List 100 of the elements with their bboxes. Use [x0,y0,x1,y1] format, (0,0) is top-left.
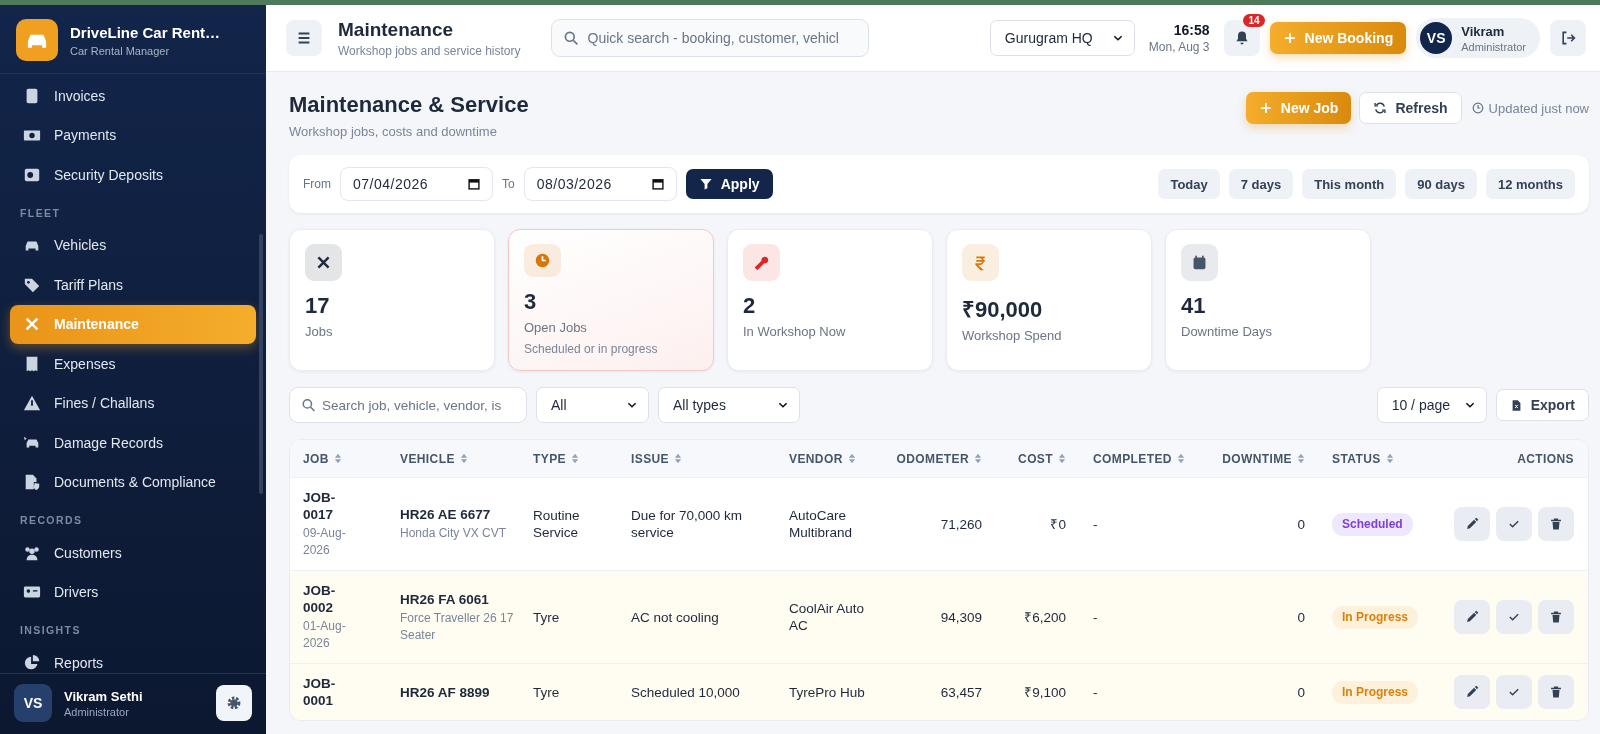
edit-button[interactable] [1454,600,1490,634]
user-role: Administrator [64,705,130,718]
vehicle-plate: HR26 AF 8899 [400,683,491,701]
column-header[interactable]: COST [996,440,1080,478]
column-header[interactable]: ISSUE [618,440,776,478]
date-range-button[interactable]: 90 days [1405,169,1477,199]
status-badge: Scheduled [1332,512,1413,536]
page-title: Maintenance [338,18,455,41]
last-updated-text: Updated just now [1471,100,1589,116]
table-cell-text: - [1093,683,1099,701]
settings-button[interactable] [216,685,252,721]
job-id: JOB-0001 [303,675,337,709]
plus-icon [1282,31,1297,45]
column-header[interactable]: JOB [290,440,387,478]
column-header[interactable]: ODOMETER [876,440,996,478]
trash-icon [1549,685,1563,699]
page-subtitle: Workshop jobs and service history [338,43,521,58]
calendar-icon [650,177,665,191]
to-date-field[interactable]: 08/03/2026 [523,167,677,201]
file-shield-icon [23,473,41,492]
table-cell-text: - [1093,608,1099,626]
refresh-button[interactable]: Refresh [1359,92,1462,124]
sidebar-item[interactable]: Vehicles [10,225,256,265]
trash-icon [1549,610,1563,624]
column-header[interactable]: VENDOR [776,440,876,478]
logout-icon [1560,30,1576,46]
sidebar-item[interactable]: Reports [10,643,256,673]
stat-value: 3 [524,289,538,315]
vehicle-plate: HR26 FA 6061 [400,590,490,608]
table-cell-text: Routine Service [533,507,581,541]
type-filter-select[interactable]: All types [658,387,800,423]
delete-button[interactable] [1538,600,1574,634]
status-badge: In Progress [1332,680,1419,704]
date-range-button[interactable]: 7 days [1228,169,1294,199]
page-size-select[interactable]: 10 / page [1376,387,1487,423]
sidebar-item[interactable]: Fines / Challans [10,383,256,423]
column-header[interactable]: COMPLETED [1080,440,1199,478]
column-header[interactable]: DOWNTIME [1199,440,1319,478]
stat-note: Scheduled or in progress [524,342,659,356]
table-cell-text: Tyre [533,683,561,701]
stat-label: Open Jobs [524,320,588,335]
from-label: From [303,177,331,191]
stat-value: ₹90,000 [962,296,1044,323]
job-date: 09-Aug-2026 [303,525,347,559]
status-filter-select[interactable]: All [536,387,649,423]
vehicle-model: Honda City VX CVT [400,525,508,542]
sidebar-item[interactable]: Invoices [10,76,256,116]
apply-button[interactable]: Apply [685,169,773,199]
column-header[interactable]: ACTIONS [1439,440,1588,478]
sidebar-item[interactable]: Expenses [10,344,256,384]
column-header[interactable]: TYPE [520,440,618,478]
table-cell-text: CoolAir Auto AC [789,600,866,634]
column-header[interactable]: STATUS [1319,440,1439,478]
user-name: Vikram [1461,23,1506,39]
date-range-button[interactable]: 12 months [1486,169,1575,199]
delete-button[interactable] [1538,507,1574,541]
export-button[interactable]: Export [1495,389,1589,421]
vehicle-plate: HR26 AE 6677 [400,506,492,523]
job-id: JOB-0017 [303,489,337,523]
stat-value: 41 [1181,293,1207,319]
stat-value: 2 [743,293,757,319]
table-cell-text: ₹6,200 [1023,608,1066,626]
edit-button[interactable] [1454,507,1490,541]
sidebar-item[interactable]: Customers [10,533,256,573]
table-search-field[interactable]: Search job, vehicle, vendor, is [289,387,527,423]
sidebar-item[interactable]: Security Deposits [10,155,256,195]
sidebar-item[interactable]: Payments [10,115,256,155]
sidebar-item[interactable]: Tariff Plans [10,265,256,305]
user-avatar: VS [14,684,52,722]
logout-button[interactable] [1550,20,1586,56]
sidebar-item[interactable]: Damage Records [10,423,256,463]
date-range-button[interactable]: Today [1158,169,1220,199]
pencil-icon [1465,610,1479,624]
stat-label: Downtime Days [1181,324,1274,339]
edit-button[interactable] [1454,675,1490,709]
warning-icon [23,394,41,413]
delete-button[interactable] [1538,675,1574,709]
table-cell-text: 71,260 [939,515,982,533]
table-cell-text: 94,309 [939,608,982,626]
date-range-button[interactable]: This month [1302,169,1397,199]
filter-icon [698,177,713,191]
settings-icon [226,695,242,711]
user-menu[interactable]: VS Vikram Administrator [1416,18,1540,58]
nav-section-heading: RECORDS [19,513,84,528]
menu-button[interactable] [286,20,322,56]
stat-label: Jobs [305,324,334,339]
table-cell-text: Due for 70,000 km service [631,507,744,541]
user-name: Vikram Sethi [64,688,143,704]
scrollbar[interactable] [259,234,263,494]
sidebar-item[interactable]: Drivers [10,572,256,612]
sidebar-item[interactable]: Documents & Compliance [10,462,256,502]
section-title: Maintenance & Service [289,92,529,118]
table-cell-text: Scheduled 10,000 [631,683,741,701]
from-date-field[interactable]: 07/04/2026 [340,167,493,201]
pencil-icon [1465,517,1479,531]
user-avatar: VS [1420,22,1453,54]
column-header[interactable]: VEHICLE [387,440,520,478]
table-cell-text: 0 [1296,608,1305,626]
search-field[interactable]: Quick search - booking, customer, vehicl [550,19,869,57]
branch-select[interactable]: Gurugram HQ [989,20,1135,56]
